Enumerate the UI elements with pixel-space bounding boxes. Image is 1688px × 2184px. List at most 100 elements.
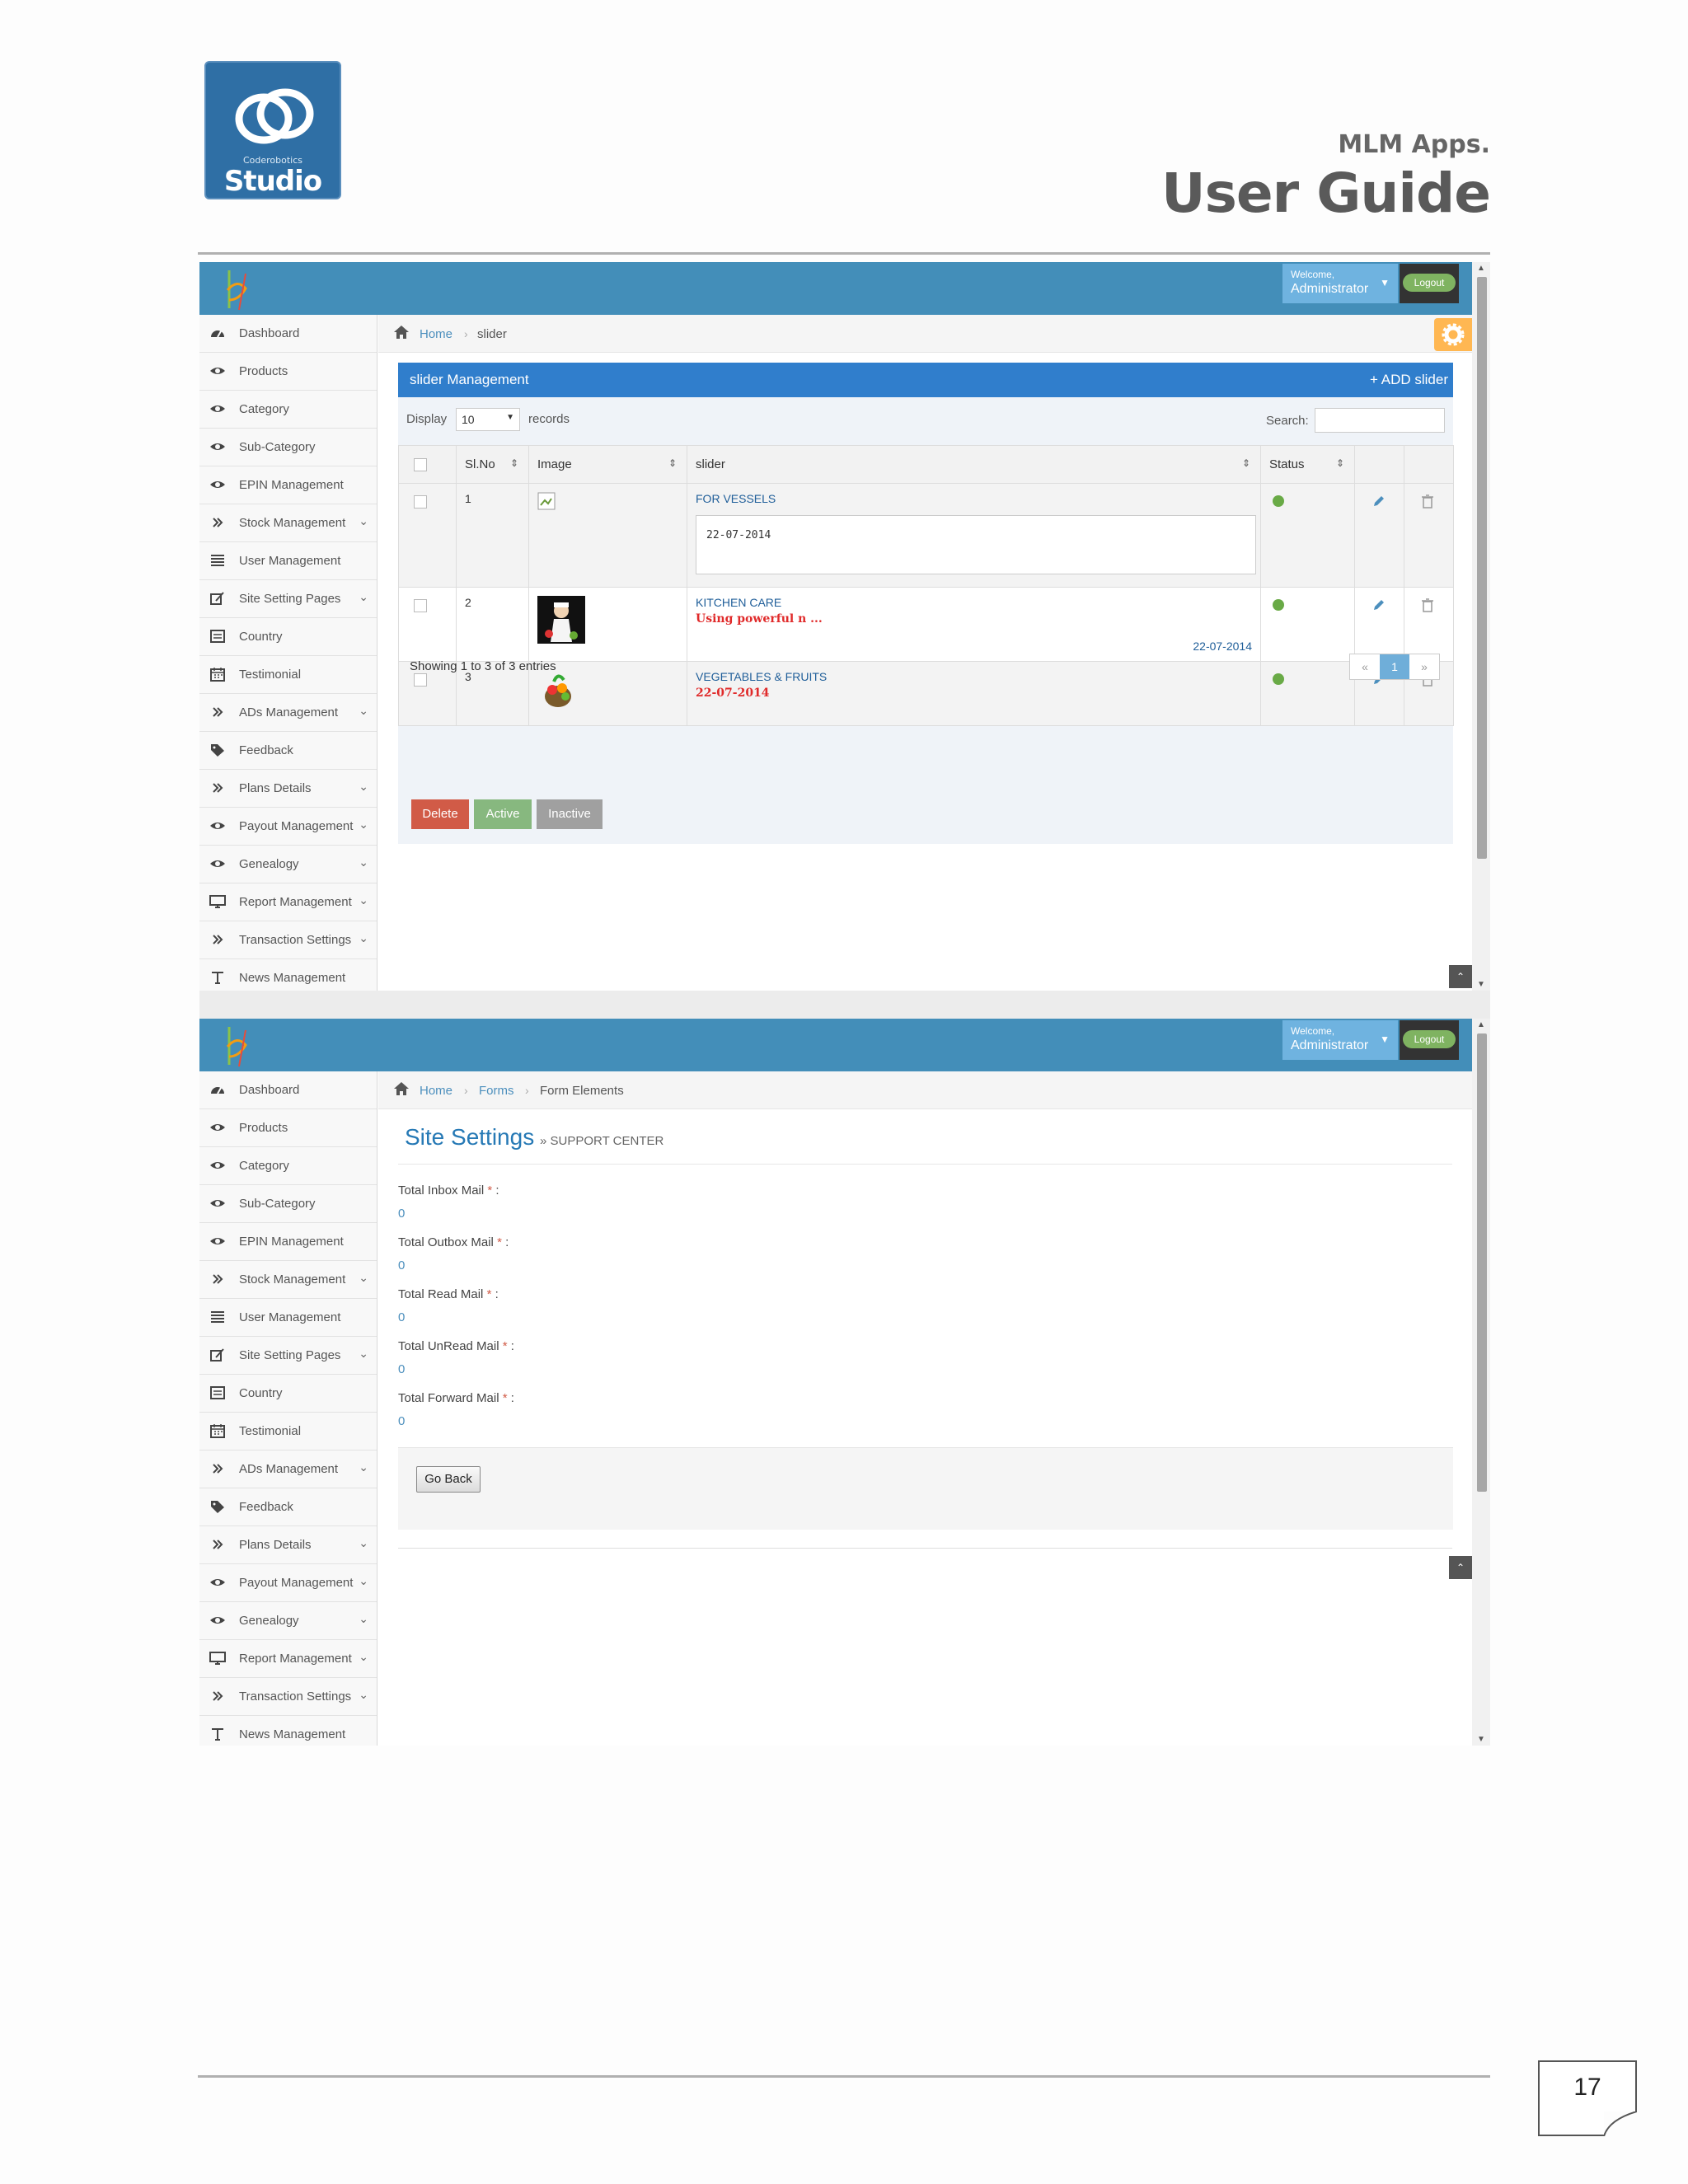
sidebar-item-category[interactable]: Category xyxy=(199,1147,377,1185)
row-checkbox[interactable] xyxy=(414,495,427,509)
scroll-up-arrow-icon[interactable]: ▲ xyxy=(1472,264,1490,273)
sidebar-item-dashboard[interactable]: Dashboard xyxy=(199,315,377,353)
sidebar-item-report-management[interactable]: Report Management ⌄ xyxy=(199,883,377,921)
logout-button[interactable]: Logout xyxy=(1403,1030,1456,1048)
logout-button[interactable]: Logout xyxy=(1403,274,1456,292)
pagination-prev[interactable]: « xyxy=(1350,654,1380,679)
status-active-icon[interactable] xyxy=(1273,495,1284,507)
edit-icon xyxy=(209,591,227,607)
sidebar-item-plans-details[interactable]: Plans Details ⌄ xyxy=(199,1526,377,1564)
inactive-button[interactable]: Inactive xyxy=(537,799,603,829)
sidebar-item-genealogy[interactable]: Genealogy ⌄ xyxy=(199,846,377,883)
scrollbar[interactable]: ▲ ▼ xyxy=(1472,262,1490,991)
slider-title[interactable]: FOR VESSELS xyxy=(696,492,1252,505)
sidebar-item-feedback[interactable]: Feedback xyxy=(199,1488,377,1526)
sidebar-item-label: Stock Management xyxy=(239,1272,346,1286)
row-status-cell xyxy=(1260,661,1355,726)
scroll-to-top-button[interactable]: ⌃ xyxy=(1449,1556,1472,1579)
row-edit-cell xyxy=(1354,483,1404,588)
sidebar-item-payout-management[interactable]: Payout Management ⌄ xyxy=(199,808,377,846)
sidebar-item-ads-management[interactable]: ADs Management ⌄ xyxy=(199,694,377,732)
eye-icon xyxy=(209,477,227,494)
trash-icon[interactable] xyxy=(1421,598,1434,612)
username: Administrator xyxy=(1291,1038,1369,1052)
row-checkbox[interactable] xyxy=(414,599,427,612)
sidebar-item-user-management[interactable]: User Management xyxy=(199,1299,377,1337)
select-all-checkbox[interactable] xyxy=(414,457,427,471)
sidebar-item-site-setting-pages[interactable]: Site Setting Pages ⌄ xyxy=(199,1337,377,1375)
pagination-page[interactable]: 1 xyxy=(1380,654,1409,679)
sidebar-item-report-management[interactable]: Report Management ⌄ xyxy=(199,1640,377,1678)
sidebar-item-products[interactable]: Products xyxy=(199,1109,377,1147)
sidebar-item-transaction-settings[interactable]: Transaction Settings ⌄ xyxy=(199,1678,377,1716)
sidebar-item-user-management[interactable]: User Management xyxy=(199,542,377,580)
scroll-to-top-button[interactable]: ⌃ xyxy=(1449,965,1472,988)
sidebar-item-stock-management[interactable]: Stock Management ⌄ xyxy=(199,504,377,542)
user-menu[interactable]: Welcome, Administrator ▼ xyxy=(1282,1020,1398,1060)
sidebar-item-news-management[interactable]: News Management xyxy=(199,959,377,991)
add-slider-button[interactable]: + ADD slider xyxy=(1370,372,1448,388)
list-icon xyxy=(209,1310,227,1326)
app-logo-icon xyxy=(226,1027,247,1067)
pagination-next[interactable]: » xyxy=(1409,654,1439,679)
eye-icon xyxy=(209,439,227,456)
sidebar-item-testimonial[interactable]: Testimonial xyxy=(199,1413,377,1451)
scrollbar[interactable]: ▲ ▼ xyxy=(1472,1019,1490,1746)
status-active-icon[interactable] xyxy=(1273,673,1284,685)
scroll-down-arrow-icon[interactable]: ▼ xyxy=(1472,1735,1490,1744)
scroll-thumb[interactable] xyxy=(1477,1033,1487,1492)
sidebar-item-epin-management[interactable]: EPIN Management xyxy=(199,1223,377,1261)
column-header-status[interactable]: Status ⇕ xyxy=(1260,445,1355,484)
breadcrumb-home-link[interactable]: Home xyxy=(420,1084,452,1098)
sidebar-item-news-management[interactable]: News Management xyxy=(199,1716,377,1746)
breadcrumb-forms-link[interactable]: Forms xyxy=(479,1084,514,1098)
column-header-slider[interactable]: slider ⇕ xyxy=(687,445,1261,484)
sidebar-item-sub-category[interactable]: Sub-Category xyxy=(199,429,377,466)
breadcrumb-separator: › xyxy=(525,1084,529,1097)
table-row: 1 FOR VESSELS 22-07-2014 xyxy=(398,483,1454,588)
delete-button[interactable]: Delete xyxy=(411,799,469,829)
scroll-thumb[interactable] xyxy=(1477,277,1487,859)
status-active-icon[interactable] xyxy=(1273,599,1284,611)
user-menu[interactable]: Welcome, Administrator ▼ xyxy=(1282,264,1398,303)
sidebar-item-dashboard[interactable]: Dashboard xyxy=(199,1071,377,1109)
breadcrumb-home-link[interactable]: Home xyxy=(420,327,452,341)
sidebar-item-products[interactable]: Products xyxy=(199,353,377,391)
sidebar-item-country[interactable]: Country xyxy=(199,618,377,656)
sidebar-item-payout-management[interactable]: Payout Management ⌄ xyxy=(199,1564,377,1602)
sidebar-item-label: Category xyxy=(239,1159,289,1173)
sidebar-item-site-setting-pages[interactable]: Site Setting Pages ⌄ xyxy=(199,580,377,618)
active-button[interactable]: Active xyxy=(474,799,532,829)
sidebar-item-stock-management[interactable]: Stock Management ⌄ xyxy=(199,1261,377,1299)
sidebar-item-plans-details[interactable]: Plans Details ⌄ xyxy=(199,770,377,808)
sidebar-item-category[interactable]: Category xyxy=(199,391,377,429)
pencil-icon[interactable] xyxy=(1372,598,1386,612)
records-per-page-select[interactable]: 10 ▼ xyxy=(456,408,520,431)
chevron-down-icon: ⌄ xyxy=(359,1271,368,1284)
sidebar-item-ads-management[interactable]: ADs Management ⌄ xyxy=(199,1451,377,1488)
sidebar-item-sub-category[interactable]: Sub-Category xyxy=(199,1185,377,1223)
row-checkbox[interactable] xyxy=(414,673,427,687)
column-header-slno[interactable]: Sl.No ⇕ xyxy=(456,445,529,484)
sidebar-item-testimonial[interactable]: Testimonial xyxy=(199,656,377,694)
search-input[interactable] xyxy=(1315,408,1445,433)
sidebar-item-label: Products xyxy=(239,1121,288,1135)
sidebar-item-transaction-settings[interactable]: Transaction Settings ⌄ xyxy=(199,921,377,959)
column-header-image[interactable]: Image ⇕ xyxy=(528,445,687,484)
go-back-button[interactable]: Go Back xyxy=(416,1466,481,1493)
list-alt-icon xyxy=(209,629,227,645)
slider-title[interactable]: VEGETABLES & FRUITS xyxy=(696,670,1252,683)
sidebar-item-epin-management[interactable]: EPIN Management xyxy=(199,466,377,504)
pencil-icon[interactable] xyxy=(1372,494,1386,509)
sidebar-item-genealogy[interactable]: Genealogy ⌄ xyxy=(199,1602,377,1640)
scroll-down-arrow-icon[interactable]: ▼ xyxy=(1472,980,1490,989)
scroll-up-arrow-icon[interactable]: ▲ xyxy=(1472,1020,1490,1029)
sidebar-item-country[interactable]: Country xyxy=(199,1375,377,1413)
chevron-down-icon: ⌄ xyxy=(359,1536,368,1549)
slider-title[interactable]: KITCHEN CARE xyxy=(696,596,1252,609)
sidebar-item-feedback[interactable]: Feedback xyxy=(199,732,377,770)
trash-icon[interactable] xyxy=(1421,494,1434,509)
sidebar-item-label: EPIN Management xyxy=(239,478,344,492)
settings-gear-button[interactable] xyxy=(1434,318,1472,351)
chevron-down-icon: ⌄ xyxy=(359,1688,368,1701)
